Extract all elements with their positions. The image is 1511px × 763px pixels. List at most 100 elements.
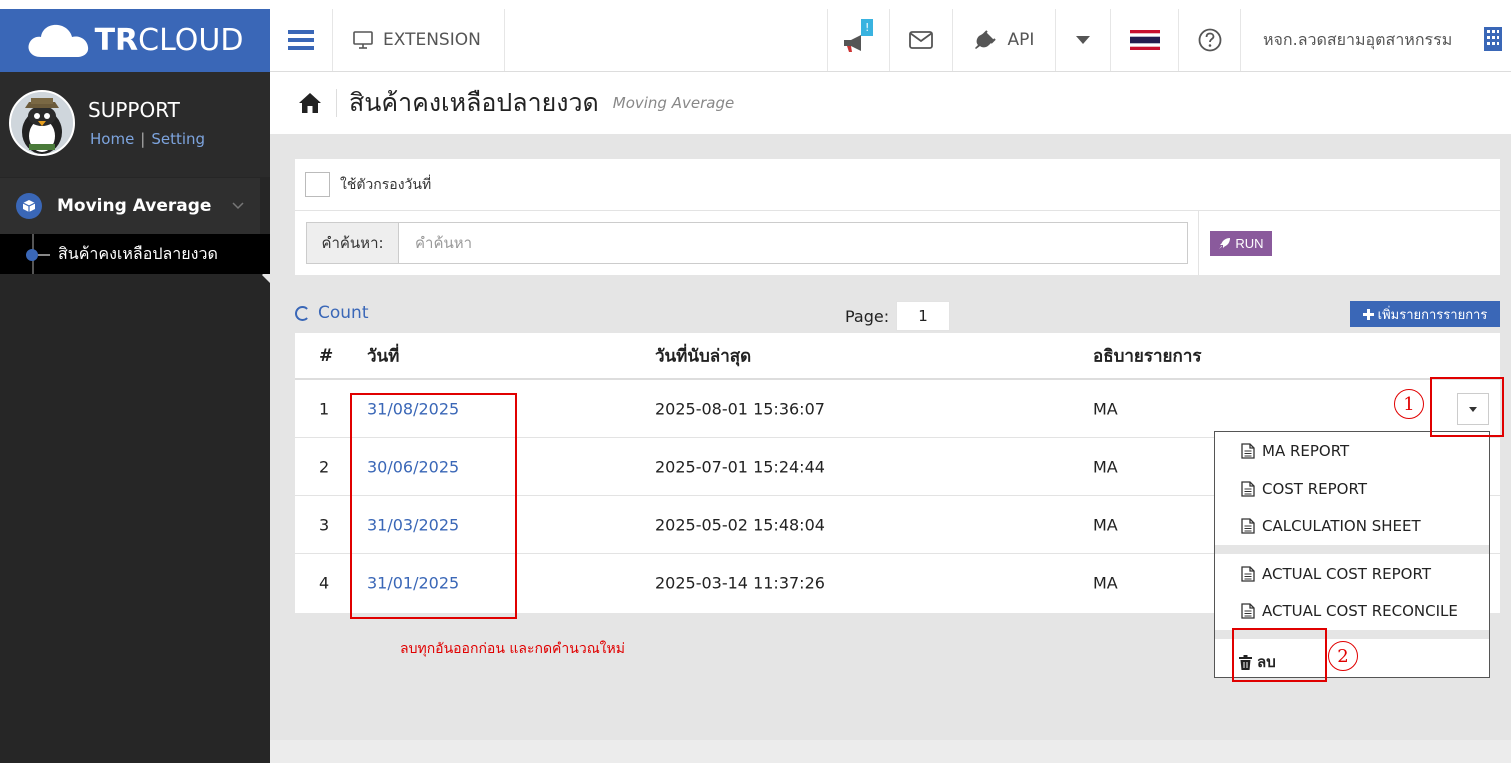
- page-number-input[interactable]: 1: [896, 301, 950, 331]
- caret-down-icon: [1076, 36, 1090, 44]
- row-last-count: 2025-07-01 15:24:44: [655, 457, 825, 476]
- hamburger-icon: [288, 30, 314, 50]
- annotation-box-delete: [1232, 628, 1327, 682]
- top-strip: [0, 0, 1511, 9]
- rocket-icon: [1219, 238, 1231, 249]
- company-menu[interactable]: หจก.ลวดสยามอุตสาหกรรม: [1241, 9, 1511, 71]
- col-header-description[interactable]: อธิบายรายการ: [1093, 342, 1202, 369]
- menu-divider: [1215, 545, 1489, 554]
- question-circle-icon: [1198, 28, 1221, 52]
- sidebar-item-moving-average[interactable]: Moving Average: [0, 178, 260, 234]
- home-icon[interactable]: [298, 92, 322, 114]
- date-filter-checkbox[interactable]: [305, 172, 330, 197]
- filter-panel: ใช้ตัวกรองวันที่ คำค้นหา: RUN: [295, 159, 1500, 275]
- page-label: Page:: [845, 307, 890, 326]
- cloud-icon: [28, 24, 88, 57]
- setting-link[interactable]: Setting: [151, 130, 205, 148]
- row-num: 2: [319, 457, 330, 476]
- menu-item-ma-report[interactable]: MA REPORT: [1241, 442, 1349, 460]
- language-button[interactable]: [1111, 9, 1179, 71]
- megaphone-icon: [843, 35, 861, 52]
- cube-icon: [16, 193, 42, 219]
- app-logo[interactable]: TRCLOUD: [0, 9, 270, 72]
- col-header-last-count[interactable]: วันที่นับล่าสุด: [655, 342, 751, 369]
- page-title: สินค้าคงเหลือปลายงวด: [349, 88, 599, 117]
- row-description: MA: [1093, 457, 1118, 476]
- annotation-note: ลบทุกอันออกก่อน และกดคำนวณใหม่: [400, 641, 625, 657]
- api-label: API: [1007, 30, 1035, 50]
- document-icon: [1241, 443, 1255, 459]
- notification-badge: !: [861, 19, 874, 36]
- row-last-count: 2025-08-01 15:36:07: [655, 399, 825, 418]
- run-label: RUN: [1235, 236, 1264, 251]
- footer-bar: [270, 740, 1511, 763]
- annotation-step-2: 2: [1328, 641, 1358, 671]
- announcement-button[interactable]: !: [828, 9, 890, 71]
- menu-item-actual-cost-report[interactable]: ACTUAL COST REPORT: [1241, 565, 1431, 583]
- document-icon: [1241, 566, 1255, 582]
- row-description: MA: [1093, 399, 1118, 418]
- company-name: หจก.ลวดสยามอุตสาหกรรม: [1263, 29, 1453, 49]
- extension-label: EXTENSION: [383, 30, 481, 50]
- search-group: คำค้นหา:: [306, 222, 1188, 264]
- menu-item-label: ACTUAL COST RECONCILE: [1262, 602, 1458, 620]
- extension-button[interactable]: EXTENSION: [333, 9, 505, 71]
- menu-item-calculation-sheet[interactable]: CALCULATION SHEET: [1241, 517, 1421, 535]
- sidebar-subitem-label: สินค้าคงเหลือปลายงวด: [58, 243, 218, 263]
- row-num: 4: [319, 573, 330, 593]
- profile-panel: SUPPORT Home | Setting: [0, 72, 270, 177]
- annotation-box-dates: [350, 393, 517, 619]
- row-num: 1: [319, 399, 330, 418]
- menu-item-actual-cost-reconcile[interactable]: ACTUAL COST RECONCILE: [1241, 602, 1458, 620]
- api-button[interactable]: API: [953, 9, 1056, 71]
- sidebar-subitem-ending-inventory[interactable]: สินค้าคงเหลือปลายงวด: [0, 234, 270, 274]
- envelope-icon: [909, 31, 933, 49]
- search-row: คำค้นหา: RUN: [295, 211, 1500, 275]
- profile-links: Home | Setting: [90, 130, 205, 148]
- row-description: MA: [1093, 515, 1118, 534]
- brand-rest: CLOUD: [138, 23, 244, 58]
- menu-item-label: COST REPORT: [1262, 480, 1367, 498]
- table-header: # วันที่ วันที่นับล่าสุด อธิบายรายการ: [295, 333, 1500, 380]
- plug-icon: [974, 30, 996, 49]
- document-icon: [1241, 603, 1255, 619]
- menu-item-label: ACTUAL COST REPORT: [1262, 565, 1431, 583]
- search-input[interactable]: [399, 223, 1187, 263]
- add-item-button[interactable]: เพิ่มรายการรายการ: [1350, 301, 1500, 327]
- col-header-num: #: [319, 345, 334, 366]
- refresh-icon: [295, 305, 310, 321]
- count-link[interactable]: Count: [295, 303, 369, 323]
- header-divider: [336, 89, 337, 117]
- col-header-date[interactable]: วันที่: [367, 342, 399, 369]
- tree-branch: [38, 254, 50, 256]
- topbar-spacer: [505, 9, 828, 71]
- page-header: สินค้าคงเหลือปลายงวด Moving Average: [270, 72, 1511, 134]
- sidebar: SUPPORT Home | Setting Moving Average สินค…: [0, 72, 270, 763]
- brand-bold: TR: [94, 23, 139, 58]
- menu-toggle-button[interactable]: [270, 9, 333, 71]
- profile-name: SUPPORT: [88, 98, 180, 122]
- chevron-down-icon: [232, 198, 244, 214]
- menu-item-label: MA REPORT: [1262, 442, 1350, 460]
- home-link[interactable]: Home: [90, 130, 134, 148]
- count-label: Count: [318, 303, 369, 323]
- row-last-count: 2025-03-14 11:37:26: [655, 573, 825, 593]
- row-description: MA: [1093, 573, 1118, 593]
- top-navbar: EXTENSION ! API หจก.ลวดสยามอุตสาหกรรม: [270, 9, 1511, 72]
- annotation-step-1: 1: [1394, 389, 1424, 419]
- document-icon: [1241, 481, 1255, 497]
- run-button[interactable]: RUN: [1210, 231, 1272, 256]
- more-dropdown-button[interactable]: [1056, 9, 1111, 71]
- mail-button[interactable]: [890, 9, 953, 71]
- row-last-count: 2025-05-02 15:48:04: [655, 515, 825, 534]
- date-filter-row: ใช้ตัวกรองวันที่: [295, 159, 1500, 211]
- document-icon: [1241, 518, 1255, 534]
- menu-item-cost-report[interactable]: COST REPORT: [1241, 480, 1367, 498]
- row-num: 3: [319, 515, 330, 534]
- thai-flag-icon: [1129, 30, 1160, 50]
- avatar[interactable]: [9, 90, 75, 156]
- plus-icon: [1362, 308, 1374, 320]
- help-button[interactable]: [1179, 9, 1241, 71]
- page-subtitle: Moving Average: [612, 94, 735, 112]
- monitor-icon: [353, 31, 373, 49]
